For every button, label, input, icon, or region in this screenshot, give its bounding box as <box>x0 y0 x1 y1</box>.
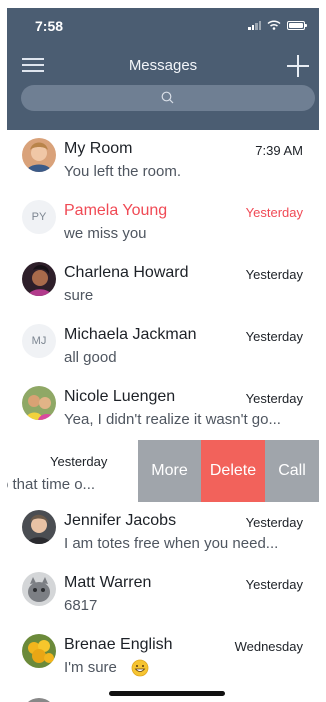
avatar <box>22 510 56 544</box>
search-input[interactable] <box>21 85 315 111</box>
delete-button[interactable]: Delete <box>201 440 265 502</box>
avatar <box>22 386 56 420</box>
swipe-actions: More Delete Call <box>138 440 319 502</box>
avatar <box>22 572 56 606</box>
search-icon <box>161 91 174 104</box>
conversation-name: Brenae English <box>64 636 173 653</box>
conversation-preview: all good <box>64 349 117 366</box>
avatar <box>22 698 56 702</box>
conversation-preview: I am totes free when you need... <box>64 535 279 552</box>
wifi-icon <box>267 20 281 30</box>
avatar: MJ <box>22 324 56 358</box>
conversation-name: Charlena Howard <box>64 264 189 281</box>
conversation-time: Yesterday <box>245 329 303 344</box>
conversation-name: My Room <box>64 140 133 157</box>
conversation-row[interactable]: Brenae English Wednesday I'm sure <box>7 626 319 688</box>
signal-icon <box>248 20 261 30</box>
conversation-time: Yesterday <box>245 205 303 220</box>
conversation-row-swiped[interactable]: Yesterday o that time o... More Delete C… <box>7 440 319 502</box>
conversation-preview: Yea, I didn't realize it wasn't go... <box>64 411 281 428</box>
conversation-preview-text: I'm sure <box>64 659 117 676</box>
conversation-preview: 6817 <box>64 597 98 614</box>
page-title: Messages <box>128 57 198 74</box>
conversation-name: Matt Warren <box>64 574 152 591</box>
avatar <box>22 138 56 172</box>
status-icons <box>248 20 307 30</box>
conversation-time: Yesterday <box>245 577 303 592</box>
conversation-preview: o that time o... <box>7 476 96 493</box>
battery-icon <box>287 20 307 30</box>
conversation-name: Jennifer Jacobs <box>64 512 177 529</box>
conversation-row[interactable]: Matt Warren Yesterday 6817 <box>7 564 319 626</box>
conversation-time: Yesterday <box>245 391 303 406</box>
header: 7:58 Messages <box>7 8 319 130</box>
call-button[interactable]: Call <box>265 440 319 502</box>
conversation-name: Michaela Jackman <box>64 326 197 343</box>
conversation-preview: I'm sure <box>64 659 149 677</box>
conversation-row[interactable]: MJ Michaela Jackman Yesterday all good <box>7 316 319 378</box>
conversation-row[interactable]: Jennifer Jacobs Yesterday I am totes fre… <box>7 502 319 564</box>
avatar <box>22 634 56 668</box>
status-time: 7:58 <box>35 18 64 34</box>
conversation-preview: You left the room. <box>64 163 182 180</box>
conversation-preview: sure <box>64 287 94 304</box>
new-message-button[interactable] <box>287 55 309 77</box>
conversation-time: Wednesday <box>234 639 303 654</box>
conversation-row[interactable]: PY Pamela Young Yesterday we miss you <box>7 192 319 254</box>
avatar: PY <box>22 200 56 234</box>
conversation-row[interactable]: Nicole Luengen Yesterday Yea, I didn't r… <box>7 378 319 440</box>
conversation-name: Nicole Luengen <box>64 388 176 405</box>
grin-emoji-icon <box>131 659 149 677</box>
conversation-time: Yesterday <box>245 267 303 282</box>
avatar <box>22 262 56 296</box>
conversation-preview: we miss you <box>64 225 147 242</box>
conversation-time: Yesterday <box>50 454 108 469</box>
conversation-row[interactable]: Charlena Howard Yesterday sure <box>7 254 319 316</box>
messages-screen: 7:58 Messages My Room 7:39 AM You left t… <box>7 8 319 702</box>
conversation-row[interactable]: My Room 7:39 AM You left the room. <box>7 130 319 192</box>
home-indicator <box>109 691 225 696</box>
conversation-name: Pamela Young <box>64 202 168 219</box>
more-button[interactable]: More <box>138 440 201 502</box>
conversation-time: 7:39 AM <box>255 143 303 158</box>
conversation-time: Yesterday <box>245 515 303 530</box>
